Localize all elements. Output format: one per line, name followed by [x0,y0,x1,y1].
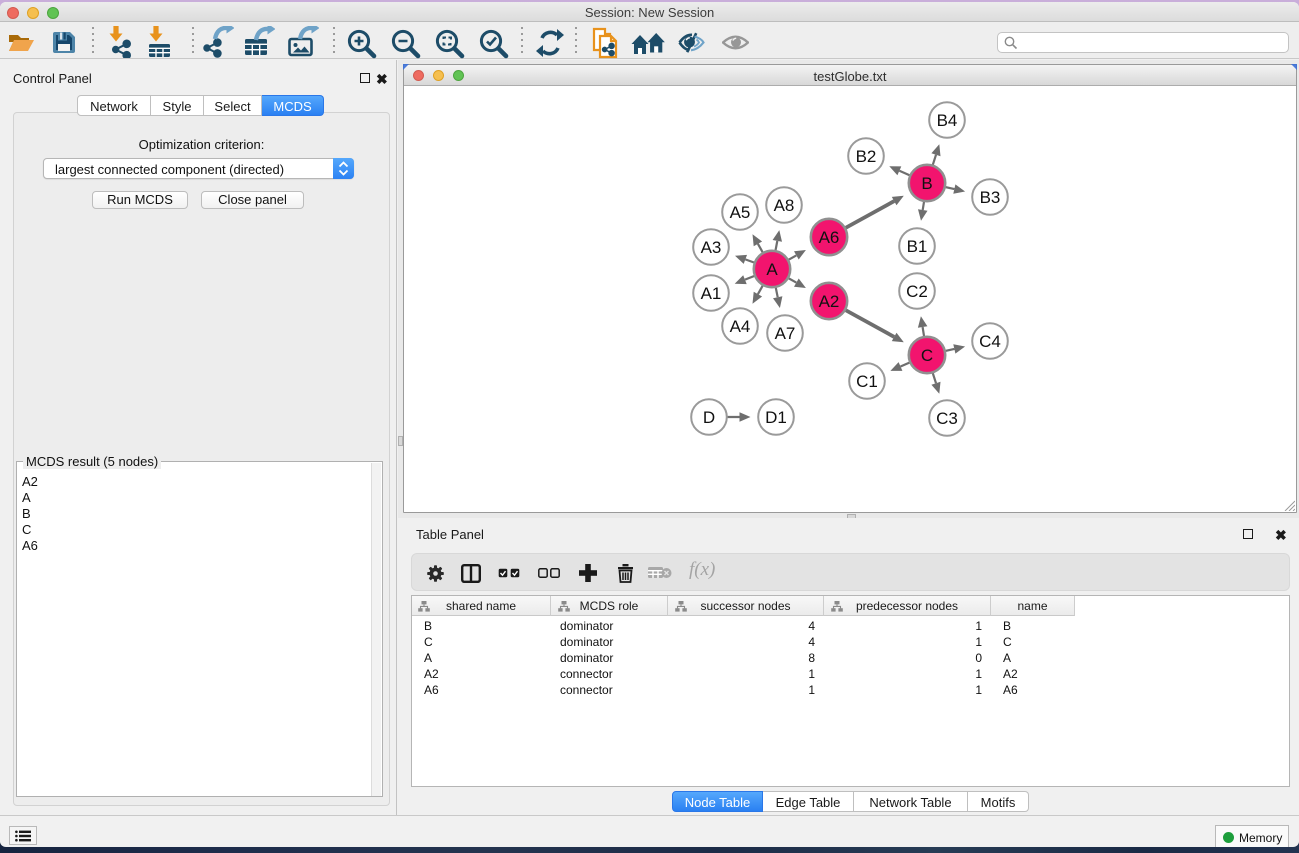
svg-text:B: B [921,174,932,193]
svg-text:B4: B4 [937,111,958,130]
svg-text:C4: C4 [979,332,1001,351]
svg-text:C2: C2 [906,282,928,301]
svg-text:B2: B2 [856,147,877,166]
svg-text:A2: A2 [819,292,840,311]
svg-text:A4: A4 [730,317,751,336]
svg-text:A5: A5 [730,203,751,222]
svg-text:D1: D1 [765,408,787,427]
svg-text:A6: A6 [819,228,840,247]
svg-text:A7: A7 [775,324,796,343]
svg-text:C3: C3 [936,409,958,428]
svg-text:C: C [921,346,933,365]
svg-text:B1: B1 [907,237,928,256]
svg-text:A1: A1 [701,284,722,303]
svg-text:A3: A3 [701,238,722,257]
svg-text:A: A [766,260,778,279]
svg-text:A8: A8 [774,196,795,215]
svg-text:D: D [703,408,715,427]
svg-text:C1: C1 [856,372,878,391]
svg-text:B3: B3 [980,188,1001,207]
